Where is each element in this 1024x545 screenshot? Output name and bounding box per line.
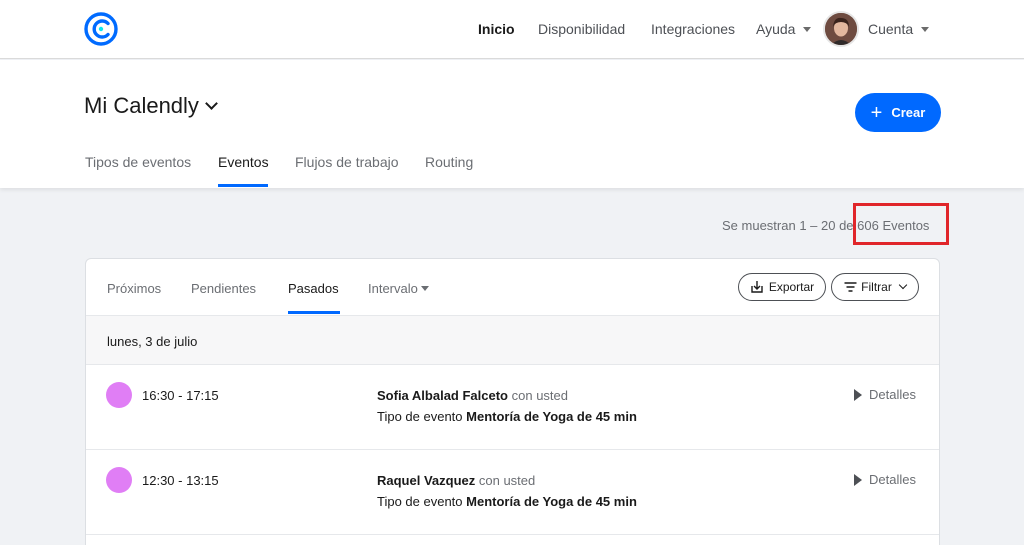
tab-events[interactable]: Eventos (218, 153, 269, 171)
event-type-prefix: Tipo de evento (377, 409, 463, 424)
nav-account-label: Cuenta (868, 21, 914, 37)
invitee-with: con usted (478, 473, 536, 488)
event-type-name: Mentoría de Yoga de 45 min (466, 494, 637, 509)
create-button-label: Crear (891, 105, 926, 120)
user-photo-icon (825, 13, 857, 45)
export-icon (751, 281, 763, 293)
filter-button-label: Filtrar (861, 280, 892, 294)
invitee-name: Raquel Vazquez (377, 473, 476, 488)
event-invitee: Raquel Vazquez con usted (377, 473, 535, 488)
details-label: Detalles (869, 472, 916, 487)
event-time: 16:30 - 17:15 (142, 388, 219, 403)
calendly-logo-icon[interactable] (84, 12, 118, 46)
event-type-prefix: Tipo de evento (377, 494, 463, 509)
filter-icon (844, 282, 857, 292)
tab-workflows[interactable]: Flujos de trabajo (295, 153, 399, 171)
event-time: 12:30 - 13:15 (142, 473, 219, 488)
events-panel: Próximos Pendientes Pasados Intervalo Ex… (85, 258, 940, 545)
active-subtab-indicator (288, 311, 340, 314)
create-button[interactable]: + Crear (855, 93, 941, 132)
event-row[interactable]: 16:30 - 17:15 Sofia Albalad Falceto con … (86, 365, 939, 450)
tab-past[interactable]: Pasados (288, 281, 339, 297)
event-row[interactable]: 12:30 - 13:15 Raquel Vazquez con usted T… (86, 450, 939, 535)
page-title[interactable]: Mi Calendly (84, 93, 218, 119)
details-toggle[interactable]: Detalles (854, 387, 916, 402)
nav-home[interactable]: Inicio (478, 20, 515, 38)
tab-routing[interactable]: Routing (425, 153, 473, 171)
caret-right-icon (854, 473, 862, 486)
tab-date-range-label: Intervalo (368, 281, 418, 296)
chevron-down-icon (803, 26, 812, 32)
export-button[interactable]: Exportar (738, 273, 826, 301)
active-tab-indicator (218, 184, 268, 187)
page-header: Mi Calendly + Crear Tipos de eventos Even… (0, 60, 1024, 188)
avatar[interactable] (823, 11, 859, 47)
filter-button[interactable]: Filtrar (831, 273, 919, 301)
details-toggle[interactable]: Detalles (854, 472, 916, 487)
page-title-label: Mi Calendly (84, 93, 199, 118)
caret-right-icon (854, 388, 862, 401)
tab-event-types[interactable]: Tipos de eventos (85, 153, 191, 171)
date-label: lunes, 3 de julio (107, 334, 198, 349)
export-button-label: Exportar (768, 280, 815, 294)
invitee-name: Sofia Albalad Falceto (377, 388, 508, 403)
chevron-down-icon (921, 26, 930, 32)
chevron-down-icon (205, 97, 218, 110)
event-color-dot (106, 382, 132, 408)
event-type: Tipo de evento Mentoría de Yoga de 45 mi… (377, 494, 637, 509)
event-type: Tipo de evento Mentoría de Yoga de 45 mi… (377, 409, 637, 424)
event-invitee: Sofia Albalad Falceto con usted (377, 388, 568, 403)
nav-help[interactable]: Ayuda (756, 20, 812, 38)
chevron-down-icon (898, 280, 908, 290)
tab-pending[interactable]: Pendientes (191, 281, 256, 297)
event-type-name: Mentoría de Yoga de 45 min (466, 409, 637, 424)
chevron-down-icon (420, 286, 429, 292)
invitee-with: con usted (511, 388, 568, 403)
event-color-dot (106, 467, 132, 493)
nav-availability[interactable]: Disponibilidad (538, 20, 625, 38)
plus-icon: + (870, 101, 883, 124)
highlight-box (853, 203, 949, 245)
tab-upcoming[interactable]: Próximos (107, 281, 161, 297)
nav-integrations[interactable]: Integraciones (651, 20, 735, 38)
date-group-header: lunes, 3 de julio (86, 315, 939, 365)
details-label: Detalles (869, 387, 916, 402)
tab-date-range[interactable]: Intervalo (368, 281, 429, 297)
nav-help-label: Ayuda (756, 21, 796, 37)
nav-account[interactable]: Cuenta (868, 20, 930, 38)
results-prefix: Se muestran 1 – 20 de (722, 218, 854, 233)
top-navbar: Inicio Disponibilidad Integraciones Ayud… (0, 0, 1024, 59)
